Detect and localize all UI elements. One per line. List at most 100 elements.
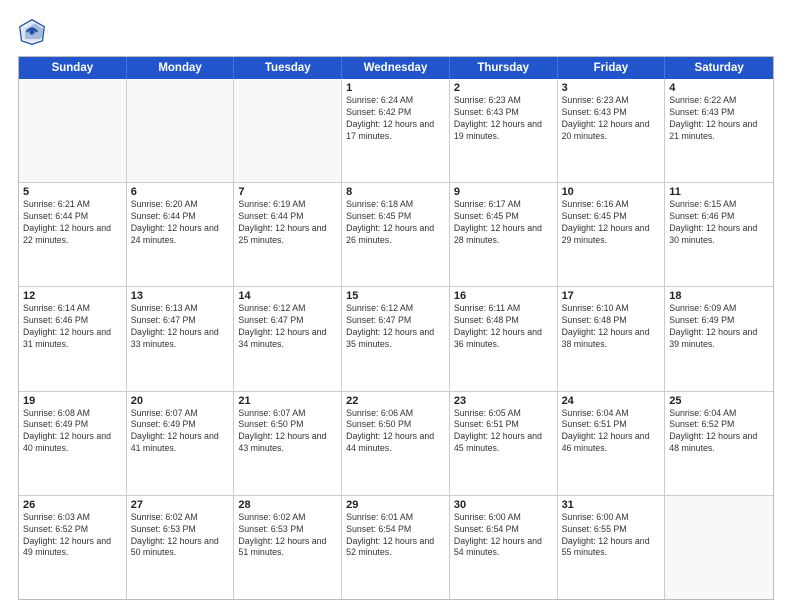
calendar-cell: 25Sunrise: 6:04 AMSunset: 6:52 PMDayligh… (665, 392, 773, 495)
day-number: 27 (131, 499, 230, 511)
cell-info: Sunrise: 6:19 AMSunset: 6:44 PMDaylight:… (238, 199, 337, 247)
day-number: 15 (346, 290, 445, 302)
cell-info: Sunrise: 6:23 AMSunset: 6:43 PMDaylight:… (562, 95, 661, 143)
header-cell-wednesday: Wednesday (342, 57, 450, 79)
calendar-header: SundayMondayTuesdayWednesdayThursdayFrid… (19, 57, 773, 79)
calendar-cell: 9Sunrise: 6:17 AMSunset: 6:45 PMDaylight… (450, 183, 558, 286)
calendar-cell: 17Sunrise: 6:10 AMSunset: 6:48 PMDayligh… (558, 287, 666, 390)
header-cell-friday: Friday (558, 57, 666, 79)
header-cell-thursday: Thursday (450, 57, 558, 79)
calendar-row-0: 1Sunrise: 6:24 AMSunset: 6:42 PMDaylight… (19, 79, 773, 182)
calendar-cell (665, 496, 773, 599)
calendar-cell (234, 79, 342, 182)
cell-info: Sunrise: 6:24 AMSunset: 6:42 PMDaylight:… (346, 95, 445, 143)
day-number: 10 (562, 186, 661, 198)
header (18, 18, 774, 46)
calendar-row-3: 19Sunrise: 6:08 AMSunset: 6:49 PMDayligh… (19, 391, 773, 495)
calendar-cell: 22Sunrise: 6:06 AMSunset: 6:50 PMDayligh… (342, 392, 450, 495)
calendar-cell: 16Sunrise: 6:11 AMSunset: 6:48 PMDayligh… (450, 287, 558, 390)
cell-info: Sunrise: 6:14 AMSunset: 6:46 PMDaylight:… (23, 303, 122, 351)
calendar-cell (19, 79, 127, 182)
cell-info: Sunrise: 6:05 AMSunset: 6:51 PMDaylight:… (454, 408, 553, 456)
cell-info: Sunrise: 6:11 AMSunset: 6:48 PMDaylight:… (454, 303, 553, 351)
calendar-cell: 19Sunrise: 6:08 AMSunset: 6:49 PMDayligh… (19, 392, 127, 495)
calendar-body: 1Sunrise: 6:24 AMSunset: 6:42 PMDaylight… (19, 79, 773, 599)
calendar-cell: 15Sunrise: 6:12 AMSunset: 6:47 PMDayligh… (342, 287, 450, 390)
cell-info: Sunrise: 6:16 AMSunset: 6:45 PMDaylight:… (562, 199, 661, 247)
day-number: 25 (669, 395, 769, 407)
day-number: 7 (238, 186, 337, 198)
calendar-cell: 2Sunrise: 6:23 AMSunset: 6:43 PMDaylight… (450, 79, 558, 182)
cell-info: Sunrise: 6:23 AMSunset: 6:43 PMDaylight:… (454, 95, 553, 143)
day-number: 14 (238, 290, 337, 302)
day-number: 21 (238, 395, 337, 407)
cell-info: Sunrise: 6:08 AMSunset: 6:49 PMDaylight:… (23, 408, 122, 456)
cell-info: Sunrise: 6:04 AMSunset: 6:51 PMDaylight:… (562, 408, 661, 456)
day-number: 19 (23, 395, 122, 407)
calendar-cell: 3Sunrise: 6:23 AMSunset: 6:43 PMDaylight… (558, 79, 666, 182)
calendar-row-4: 26Sunrise: 6:03 AMSunset: 6:52 PMDayligh… (19, 495, 773, 599)
calendar-cell: 1Sunrise: 6:24 AMSunset: 6:42 PMDaylight… (342, 79, 450, 182)
cell-info: Sunrise: 6:00 AMSunset: 6:54 PMDaylight:… (454, 512, 553, 560)
cell-info: Sunrise: 6:03 AMSunset: 6:52 PMDaylight:… (23, 512, 122, 560)
cell-info: Sunrise: 6:12 AMSunset: 6:47 PMDaylight:… (238, 303, 337, 351)
day-number: 9 (454, 186, 553, 198)
day-number: 3 (562, 82, 661, 94)
logo (18, 18, 50, 46)
calendar-cell: 4Sunrise: 6:22 AMSunset: 6:43 PMDaylight… (665, 79, 773, 182)
cell-info: Sunrise: 6:10 AMSunset: 6:48 PMDaylight:… (562, 303, 661, 351)
calendar-cell: 28Sunrise: 6:02 AMSunset: 6:53 PMDayligh… (234, 496, 342, 599)
cell-info: Sunrise: 6:12 AMSunset: 6:47 PMDaylight:… (346, 303, 445, 351)
calendar-cell: 30Sunrise: 6:00 AMSunset: 6:54 PMDayligh… (450, 496, 558, 599)
day-number: 26 (23, 499, 122, 511)
cell-info: Sunrise: 6:02 AMSunset: 6:53 PMDaylight:… (131, 512, 230, 560)
cell-info: Sunrise: 6:15 AMSunset: 6:46 PMDaylight:… (669, 199, 769, 247)
day-number: 24 (562, 395, 661, 407)
cell-info: Sunrise: 6:21 AMSunset: 6:44 PMDaylight:… (23, 199, 122, 247)
cell-info: Sunrise: 6:18 AMSunset: 6:45 PMDaylight:… (346, 199, 445, 247)
cell-info: Sunrise: 6:01 AMSunset: 6:54 PMDaylight:… (346, 512, 445, 560)
calendar-cell: 11Sunrise: 6:15 AMSunset: 6:46 PMDayligh… (665, 183, 773, 286)
calendar-cell: 12Sunrise: 6:14 AMSunset: 6:46 PMDayligh… (19, 287, 127, 390)
day-number: 22 (346, 395, 445, 407)
cell-info: Sunrise: 6:04 AMSunset: 6:52 PMDaylight:… (669, 408, 769, 456)
header-cell-monday: Monday (127, 57, 235, 79)
cell-info: Sunrise: 6:13 AMSunset: 6:47 PMDaylight:… (131, 303, 230, 351)
day-number: 20 (131, 395, 230, 407)
day-number: 28 (238, 499, 337, 511)
header-cell-sunday: Sunday (19, 57, 127, 79)
calendar-cell: 26Sunrise: 6:03 AMSunset: 6:52 PMDayligh… (19, 496, 127, 599)
calendar-cell: 24Sunrise: 6:04 AMSunset: 6:51 PMDayligh… (558, 392, 666, 495)
calendar-cell: 5Sunrise: 6:21 AMSunset: 6:44 PMDaylight… (19, 183, 127, 286)
day-number: 4 (669, 82, 769, 94)
calendar-cell: 29Sunrise: 6:01 AMSunset: 6:54 PMDayligh… (342, 496, 450, 599)
day-number: 12 (23, 290, 122, 302)
calendar-cell: 10Sunrise: 6:16 AMSunset: 6:45 PMDayligh… (558, 183, 666, 286)
day-number: 23 (454, 395, 553, 407)
logo-icon (18, 18, 46, 46)
header-cell-tuesday: Tuesday (234, 57, 342, 79)
day-number: 16 (454, 290, 553, 302)
calendar-cell: 21Sunrise: 6:07 AMSunset: 6:50 PMDayligh… (234, 392, 342, 495)
calendar-cell: 20Sunrise: 6:07 AMSunset: 6:49 PMDayligh… (127, 392, 235, 495)
day-number: 18 (669, 290, 769, 302)
cell-info: Sunrise: 6:09 AMSunset: 6:49 PMDaylight:… (669, 303, 769, 351)
day-number: 30 (454, 499, 553, 511)
cell-info: Sunrise: 6:06 AMSunset: 6:50 PMDaylight:… (346, 408, 445, 456)
day-number: 31 (562, 499, 661, 511)
cell-info: Sunrise: 6:00 AMSunset: 6:55 PMDaylight:… (562, 512, 661, 560)
day-number: 8 (346, 186, 445, 198)
cell-info: Sunrise: 6:22 AMSunset: 6:43 PMDaylight:… (669, 95, 769, 143)
calendar-cell: 8Sunrise: 6:18 AMSunset: 6:45 PMDaylight… (342, 183, 450, 286)
cell-info: Sunrise: 6:02 AMSunset: 6:53 PMDaylight:… (238, 512, 337, 560)
day-number: 1 (346, 82, 445, 94)
calendar-cell: 13Sunrise: 6:13 AMSunset: 6:47 PMDayligh… (127, 287, 235, 390)
day-number: 13 (131, 290, 230, 302)
calendar-cell: 14Sunrise: 6:12 AMSunset: 6:47 PMDayligh… (234, 287, 342, 390)
calendar-cell: 7Sunrise: 6:19 AMSunset: 6:44 PMDaylight… (234, 183, 342, 286)
cell-info: Sunrise: 6:07 AMSunset: 6:49 PMDaylight:… (131, 408, 230, 456)
day-number: 5 (23, 186, 122, 198)
calendar-row-2: 12Sunrise: 6:14 AMSunset: 6:46 PMDayligh… (19, 286, 773, 390)
calendar: SundayMondayTuesdayWednesdayThursdayFrid… (18, 56, 774, 600)
page: SundayMondayTuesdayWednesdayThursdayFrid… (0, 0, 792, 612)
